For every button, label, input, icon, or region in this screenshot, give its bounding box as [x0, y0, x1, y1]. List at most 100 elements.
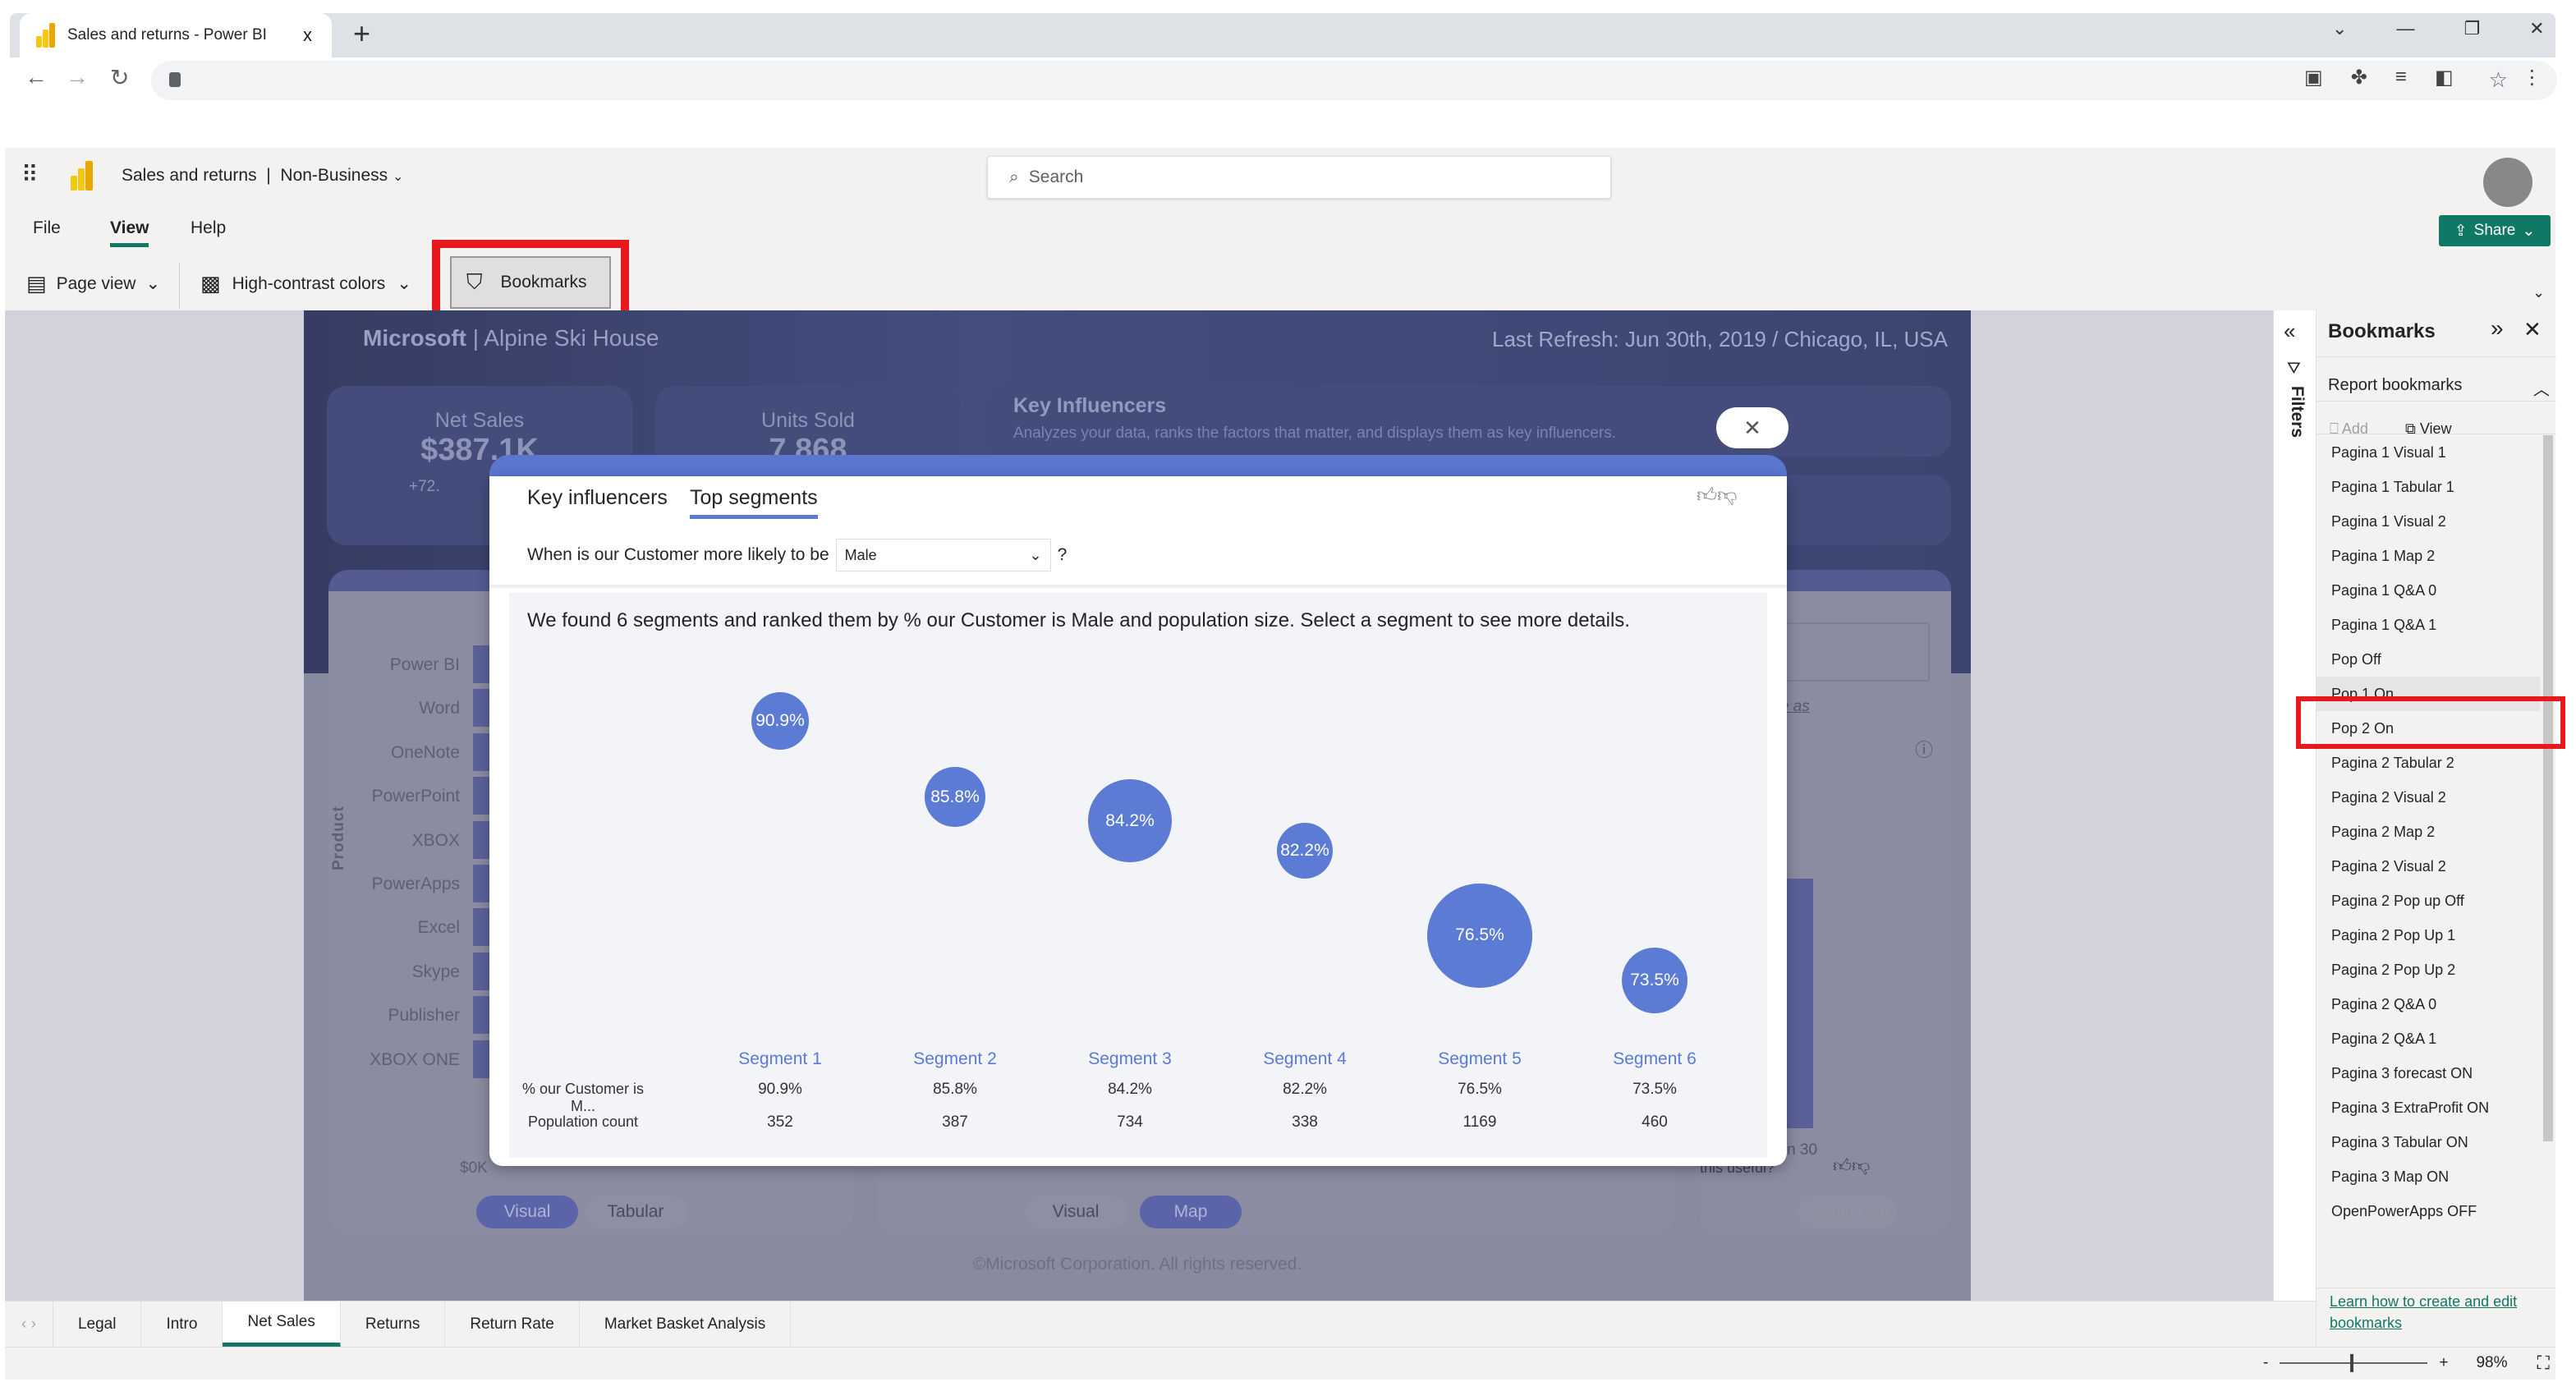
side-panel-icon[interactable]: ◧ [2435, 66, 2454, 90]
segment-percent: 85.8% [933, 1081, 977, 1098]
page-view-button[interactable]: ▤ Page view ⌄ [26, 271, 160, 296]
bookmark-item[interactable]: Pagina 1 Tabular 1 [2317, 470, 2540, 504]
scrollbar[interactable] [2543, 435, 2553, 1141]
bookmark-item[interactable]: Pagina 2 Q&A 0 [2317, 987, 2540, 1021]
info-icon[interactable]: ⓘ [1915, 736, 1933, 762]
bookmark-item[interactable]: Pagina 2 Visual 2 [2317, 849, 2540, 884]
maximize-button[interactable]: ❐ [2464, 18, 2480, 39]
tabular-button[interactable]: Tabular [585, 1196, 686, 1228]
bookmark-item[interactable]: Pagina 2 Tabular 2 [2317, 746, 2540, 780]
chevron-down-icon: ⌄ [2522, 222, 2536, 240]
visual-button[interactable]: Visual [1025, 1196, 1127, 1228]
map-button[interactable]: Map [1140, 1196, 1242, 1228]
bookmark-item[interactable]: Pagina 1 Q&A 0 [2317, 573, 2540, 608]
segment-bubble[interactable]: 76.5% [1427, 883, 1532, 989]
tab-top-segments[interactable]: Top segments [690, 486, 818, 519]
page-tab[interactable]: Intro [141, 1301, 223, 1347]
bookmark-item[interactable]: Pagina 1 Q&A 1 [2317, 608, 2540, 642]
bookmark-item[interactable]: Pop Off [2317, 642, 2540, 677]
expand-filters-icon[interactable]: « [2284, 319, 2295, 344]
menu-view[interactable]: View [110, 218, 149, 247]
extension-icon[interactable]: ▣ [2304, 66, 2323, 90]
browser-tab[interactable]: Sales and returns - Power BI x [20, 13, 332, 57]
bookmarks-button[interactable]: ⛉ Bookmarks [450, 256, 611, 309]
thumbs-icons[interactable]: 👍︎👎︎ [1833, 1155, 1870, 1177]
bookmark-item[interactable]: Pagina 1 Map 2 [2317, 539, 2540, 573]
segment-label[interactable]: Segment 6 [1581, 1049, 1729, 1069]
page-nav-arrows[interactable]: ‹ › [5, 1301, 53, 1347]
segment-percent: 73.5% [1632, 1081, 1677, 1098]
kpi-label: Net Sales [434, 409, 525, 432]
bookmark-item[interactable]: Pagina 3 Tabular ON [2317, 1125, 2540, 1159]
bookmark-item[interactable]: Pagina 3 ExtraProfit ON [2317, 1090, 2540, 1125]
tab-key-influencers[interactable]: Key influencers [527, 486, 668, 510]
fit-to-page-icon[interactable]: ⛶ [2537, 1352, 2549, 1374]
forward-icon[interactable]: → [66, 64, 89, 90]
zoom-in-button[interactable]: + [2439, 1354, 2448, 1372]
high-contrast-button[interactable]: ▩ High-contrast colors ⌄ [200, 271, 411, 296]
segment-label[interactable]: Segment 4 [1231, 1049, 1379, 1069]
segment-bubble[interactable]: 84.2% [1088, 779, 1172, 863]
bookmark-item[interactable]: Pagina 2 Map 2 [2317, 815, 2540, 849]
puzzle-icon[interactable]: ✤ [2351, 66, 2367, 90]
segment-bubble[interactable]: 82.2% [1276, 822, 1334, 879]
segment-bubble[interactable]: 90.9% [751, 691, 810, 751]
new-tab-button[interactable]: + [353, 16, 370, 51]
address-bar[interactable]: ☆ [151, 61, 2557, 100]
menu-file[interactable]: File [33, 218, 61, 238]
page-tab[interactable]: Returns [341, 1301, 446, 1347]
feedback-thumbs-icons[interactable]: 👍︎👎︎ [1697, 484, 1737, 507]
page-tab[interactable]: Market Basket Analysis [580, 1301, 792, 1347]
bookmark-item[interactable]: Pagina 1 Visual 2 [2317, 504, 2540, 539]
collapse-pane-icon[interactable]: » [2491, 315, 2504, 342]
segment-bubble[interactable]: 73.5% [1621, 947, 1688, 1014]
target-value-dropdown[interactable]: Male ⌄ [835, 539, 1051, 572]
filters-pane-collapsed[interactable]: « ⛛ Filters [2273, 310, 2316, 1301]
reload-icon[interactable]: ↻ [110, 64, 129, 91]
tab-search-icon[interactable]: ⌄ [2332, 18, 2347, 39]
bookmark-item[interactable]: Pagina 1 Visual 1 [2317, 435, 2540, 470]
bookmark-item[interactable]: Pagina 2 Visual 2 [2317, 780, 2540, 815]
restart-qa-button[interactable]: Restart Q&A [1798, 1196, 1897, 1228]
bookmark-item[interactable]: Pagina 2 Pop up Off [2317, 884, 2540, 918]
page-tab[interactable]: Legal [53, 1301, 142, 1347]
share-button[interactable]: ⇪ Share ⌄ [2439, 215, 2551, 246]
close-pane-icon[interactable]: ✕ [2523, 317, 2542, 342]
bookmark-item[interactable]: OpenPowerApps OFF [2317, 1194, 2540, 1228]
close-window-button[interactable]: ✕ [2529, 18, 2544, 39]
zoom-slider-thumb[interactable] [2350, 1354, 2354, 1372]
workspace-name: Non-Business [280, 166, 388, 185]
segment-label[interactable]: Segment 3 [1056, 1049, 1204, 1069]
learn-bookmarks-link[interactable]: Learn how to create and edit bookmarks [2330, 1291, 2543, 1334]
segment-label[interactable]: Segment 1 [706, 1049, 854, 1069]
visual-button[interactable]: Visual [476, 1196, 578, 1228]
app-launcher-icon[interactable]: ⠿ [21, 161, 38, 188]
bookmark-item[interactable]: Pagina 2 Pop Up 1 [2317, 918, 2540, 953]
zoom-out-button[interactable]: - [2263, 1354, 2268, 1372]
report-title[interactable]: Sales and returns | Non-Business ⌄ [122, 166, 403, 186]
bookmark-item[interactable]: Pagina 2 Q&A 1 [2317, 1021, 2540, 1056]
menu-help[interactable]: Help [191, 218, 226, 238]
page-tab[interactable]: Net Sales [223, 1301, 341, 1347]
bookmark-item[interactable]: Pagina 3 forecast ON [2317, 1056, 2540, 1090]
search-input[interactable]: ⌕ Search [987, 156, 1611, 199]
reading-list-icon[interactable]: ≡ [2395, 66, 2407, 90]
close-tab-icon[interactable]: x [303, 25, 312, 46]
zoom-slider[interactable] [2280, 1354, 2428, 1372]
segment-label[interactable]: Segment 2 [881, 1049, 1029, 1069]
bookmark-item[interactable]: Pagina 3 Map ON [2317, 1159, 2540, 1194]
back-icon[interactable]: ← [25, 64, 48, 90]
segment-label[interactable]: Segment 5 [1406, 1049, 1554, 1069]
minimize-button[interactable]: — [2396, 18, 2414, 39]
key-influencers-popup: Key influencers Top segments 👍︎👎︎ When i… [489, 476, 1787, 1166]
page-tab[interactable]: Return Rate [445, 1301, 580, 1347]
segments-panel: We found 6 segments and ranked them by %… [509, 593, 1767, 1158]
question-text: When is our Customer more likely to be [527, 545, 829, 564]
report-bookmarks-section[interactable]: Report bookmarks ︿ [2328, 376, 2550, 400]
menu-icon[interactable]: ⋮ [2523, 66, 2542, 90]
close-popup-button[interactable]: ✕ [1716, 407, 1789, 448]
avatar[interactable] [2483, 158, 2532, 207]
bookmark-item[interactable]: Pagina 2 Pop Up 2 [2317, 953, 2540, 987]
collapse-ribbon-icon[interactable]: ⌄ [2532, 284, 2545, 301]
segment-bubble[interactable]: 85.8% [925, 766, 985, 828]
